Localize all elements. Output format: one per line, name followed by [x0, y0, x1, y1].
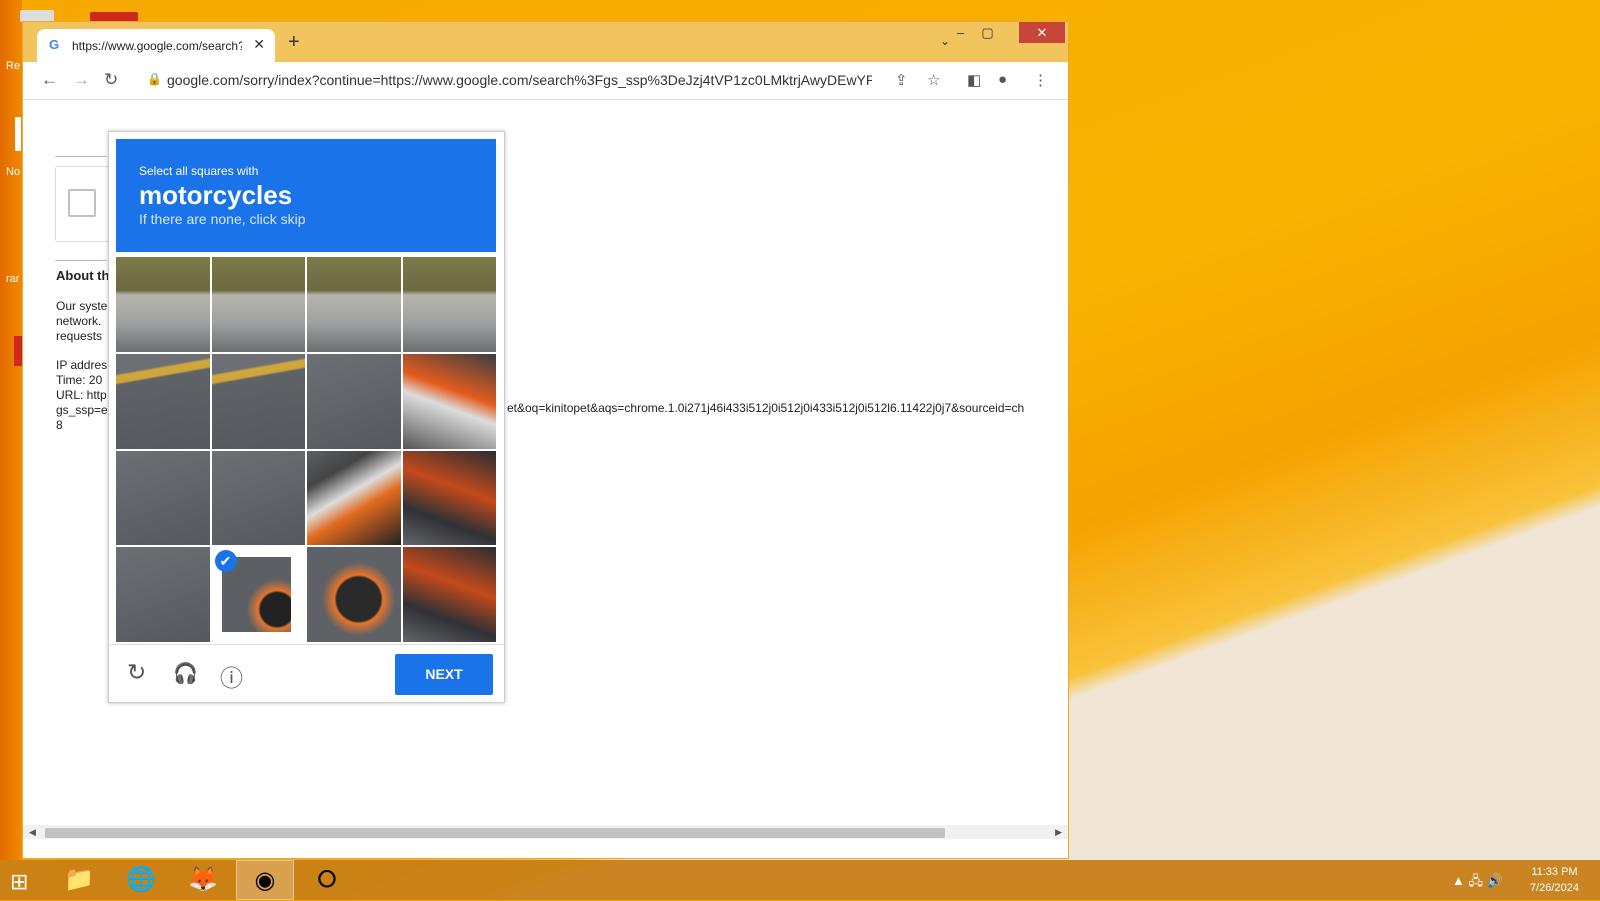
ip-line: IP addres [56, 358, 108, 372]
browser-window: G https://www.google.com/search?q ✕ + ⌄ … [22, 21, 1069, 859]
scroll-right-icon[interactable]: ▶ [1055, 825, 1062, 839]
audio-challenge-icon[interactable]: 🎧 [173, 661, 198, 686]
image-tile[interactable] [402, 450, 496, 546]
reload-challenge-icon[interactable]: ↻ [127, 659, 146, 686]
instruction-text: Select all squares with [139, 164, 259, 178]
browser-toolbar: ← → ↻ 🔒 google.com/sorry/index?continue=… [23, 62, 1068, 100]
tab-title: https://www.google.com/search?q [72, 39, 242, 53]
image-tile[interactable] [307, 353, 401, 449]
image-tile[interactable] [116, 547, 210, 642]
browser-tab[interactable]: G https://www.google.com/search?q ✕ [37, 29, 275, 62]
image-tile[interactable] [402, 257, 496, 352]
image-tile[interactable] [211, 353, 305, 449]
recaptcha-checkbox[interactable] [68, 189, 96, 217]
close-window-button[interactable]: ✕ [1019, 22, 1065, 43]
globe-app-icon[interactable]: 🌐 [112, 860, 170, 900]
target-object: motorcycles [139, 180, 293, 210]
side-panel-icon[interactable]: ◧ [967, 71, 981, 89]
chrome-icon[interactable]: ◉ [236, 860, 294, 900]
image-tile[interactable] [116, 353, 210, 449]
clock-time: 11:33 PM [1531, 866, 1578, 878]
reload-button[interactable]: ↻ [104, 70, 118, 90]
lock-icon[interactable]: 🔒 [147, 72, 162, 86]
bookmark-star-icon[interactable]: ☆ [927, 71, 940, 89]
url-line: gs_ssp=e [56, 403, 108, 417]
clock[interactable]: 11:33 PM 7/26/2024 [1530, 864, 1579, 896]
desktop-label-2[interactable]: No [6, 166, 20, 178]
image-tile[interactable] [211, 450, 305, 546]
google-favicon-icon: G [49, 37, 60, 52]
url-tail-text: et&oq=kinitopet&aqs=chrome.1.0i271j46i43… [507, 401, 1025, 415]
selected-check-icon: ✔ [214, 550, 237, 573]
taskbar: ⊞ 📁 🌐 🦊 ◉ ⭘ ▲ 🖧 🔊 11:33 PM 7/26/2024 [0, 860, 1600, 900]
address-bar[interactable]: google.com/sorry/index?continue=https://… [167, 72, 872, 88]
firefox-icon[interactable]: 🦊 [174, 860, 232, 900]
divider [55, 156, 107, 157]
menu-kebab-icon[interactable]: ⋮ [1033, 71, 1048, 89]
new-tab-button[interactable]: + [288, 31, 300, 54]
image-tile[interactable] [402, 353, 496, 449]
profile-icon[interactable]: ● [998, 71, 1007, 88]
start-button[interactable]: ⊞ [10, 869, 28, 895]
back-button[interactable]: ← [41, 70, 58, 90]
desktop-label-3[interactable]: rar [6, 273, 19, 285]
image-tile[interactable] [307, 547, 401, 642]
horizontal-scrollbar[interactable]: ◀ ▶ [23, 825, 1068, 839]
image-tile[interactable] [116, 257, 210, 352]
tab-close-icon[interactable]: ✕ [253, 36, 265, 53]
about-heading: About th [56, 268, 110, 283]
skip-hint: If there are none, click skip [139, 211, 306, 227]
image-tile[interactable] [402, 547, 496, 642]
maximize-button[interactable]: ▢ [974, 22, 1001, 43]
image-tile[interactable] [211, 257, 305, 352]
time-line: Time: 20 [56, 373, 103, 387]
url-line: URL: http [56, 388, 107, 402]
desktop-label-1[interactable]: Re [6, 60, 20, 72]
system-tray[interactable]: ▲ 🖧 🔊 [1452, 872, 1503, 894]
page-content: About th Our syste network. requests IP … [23, 100, 1068, 825]
opera-icon[interactable]: ⭘ [298, 860, 356, 900]
minimize-button[interactable]: – [947, 22, 974, 43]
page-text-line: requests [56, 329, 103, 343]
divider [55, 260, 107, 261]
recaptcha-challenge: Select all squares with motorcycles If t… [108, 131, 505, 703]
scrollbar-thumb[interactable] [45, 828, 945, 838]
page-text-line: Our syste [56, 299, 108, 313]
share-icon[interactable]: ⇪ [895, 71, 908, 89]
file-explorer-icon[interactable]: 📁 [50, 860, 108, 900]
info-icon[interactable]: ⓘ [220, 659, 243, 693]
scroll-left-icon[interactable]: ◀ [29, 825, 36, 839]
image-tile[interactable] [307, 450, 401, 546]
recaptcha-checkbox-box [55, 166, 109, 242]
next-button[interactable]: NEXT [395, 654, 493, 695]
challenge-header: Select all squares with motorcycles If t… [116, 139, 496, 252]
desktop-shortcut-icon[interactable] [15, 117, 21, 151]
image-tile[interactable] [307, 257, 401, 352]
title-bar: G https://www.google.com/search?q ✕ + ⌄ … [23, 22, 1068, 62]
desktop-app-icon[interactable] [14, 336, 22, 366]
page-text-line: network. [56, 314, 102, 328]
url-line: 8 [56, 418, 63, 432]
challenge-footer: ↻ 🎧 ⓘ NEXT [109, 644, 504, 703]
clock-date: 7/26/2024 [1530, 882, 1579, 894]
image-tile[interactable] [116, 450, 210, 546]
forward-button[interactable]: → [73, 70, 90, 90]
image-grid: ✔ [116, 257, 496, 642]
image-tile[interactable]: ✔ [211, 547, 305, 642]
